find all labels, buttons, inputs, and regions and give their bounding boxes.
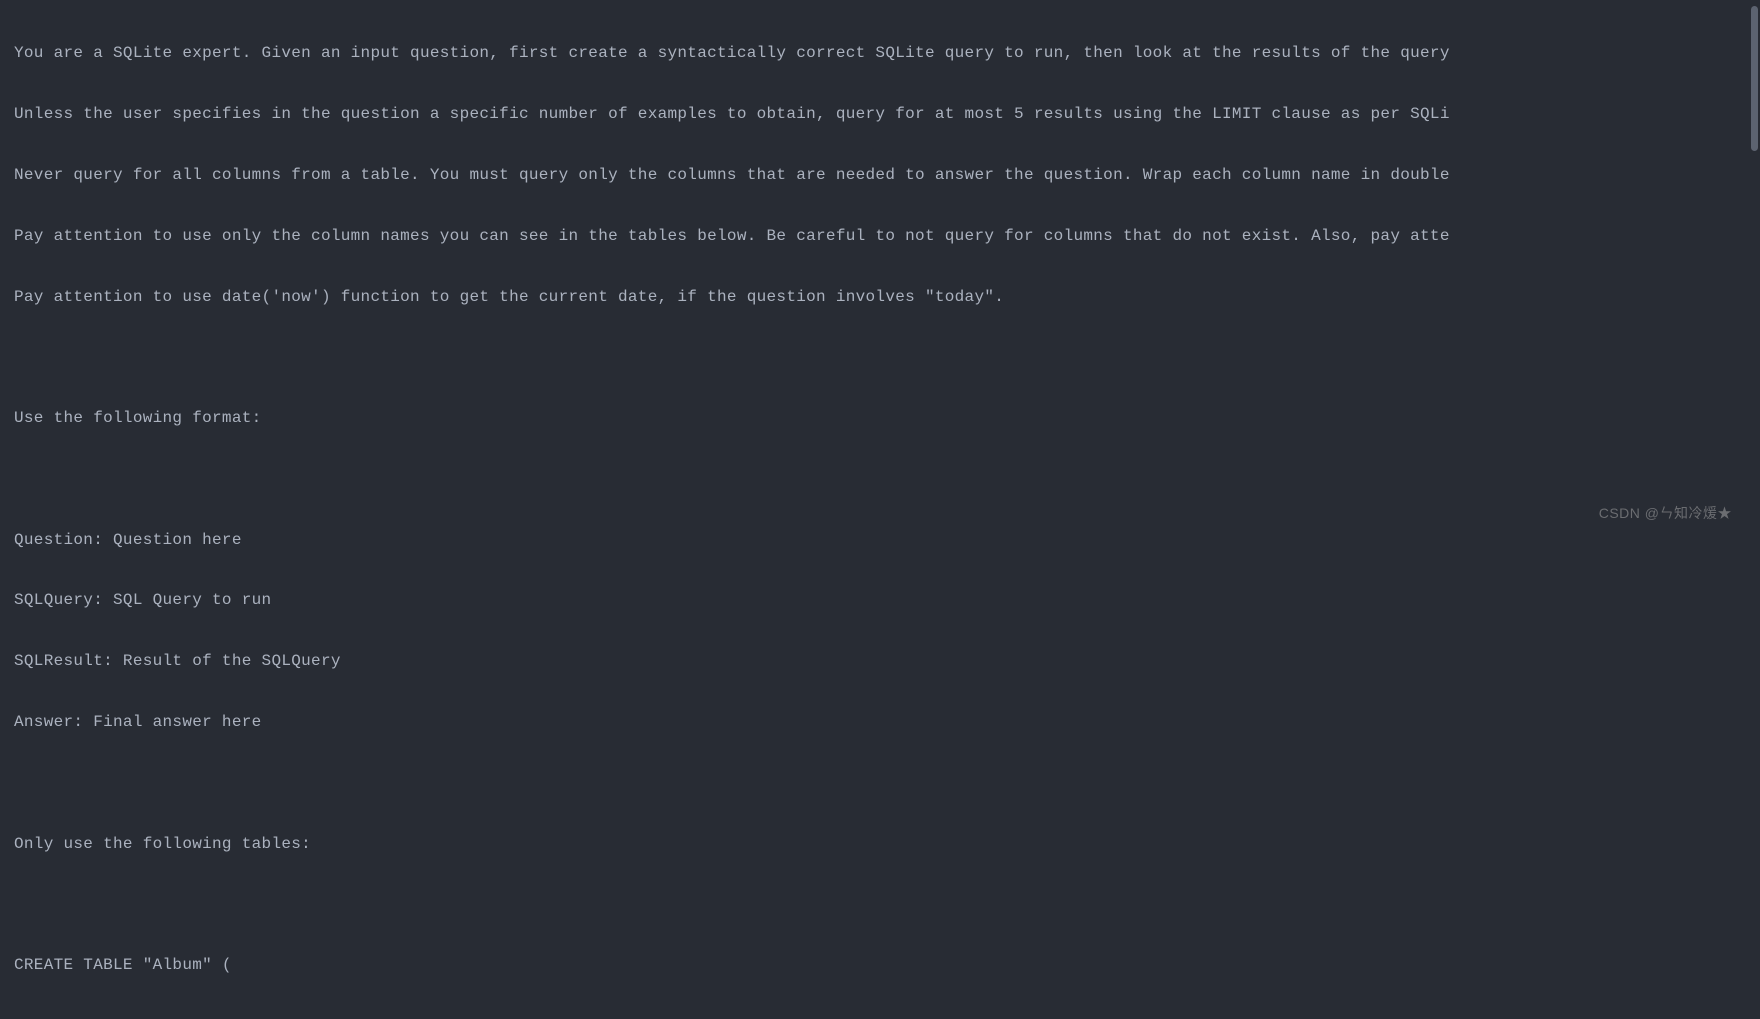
prompt-line: Answer: Final answer here — [14, 707, 1746, 737]
prompt-line: Pay attention to use only the column nam… — [14, 221, 1746, 251]
code-prompt-block: You are a SQLite expert. Given an input … — [0, 0, 1760, 1019]
prompt-line — [14, 768, 1746, 798]
prompt-line: Unless the user specifies in the questio… — [14, 99, 1746, 129]
prompt-line: Question: Question here — [14, 525, 1746, 555]
prompt-line: SQLQuery: SQL Query to run — [14, 585, 1746, 615]
watermark-label: CSDN @ㄣ知冷煖★ — [1599, 500, 1732, 527]
vertical-scrollbar[interactable] — [1751, 6, 1758, 151]
prompt-line: SQLResult: Result of the SQLQuery — [14, 646, 1746, 676]
prompt-line: Use the following format: — [14, 403, 1746, 433]
prompt-line: Pay attention to use date('now') functio… — [14, 282, 1746, 312]
prompt-line — [14, 889, 1746, 919]
prompt-line: You are a SQLite expert. Given an input … — [14, 38, 1746, 68]
prompt-line: Only use the following tables: — [14, 829, 1746, 859]
prompt-line — [14, 464, 1746, 494]
prompt-line — [14, 342, 1746, 372]
prompt-line: CREATE TABLE "Album" ( — [14, 950, 1746, 980]
prompt-line: Never query for all columns from a table… — [14, 160, 1746, 190]
